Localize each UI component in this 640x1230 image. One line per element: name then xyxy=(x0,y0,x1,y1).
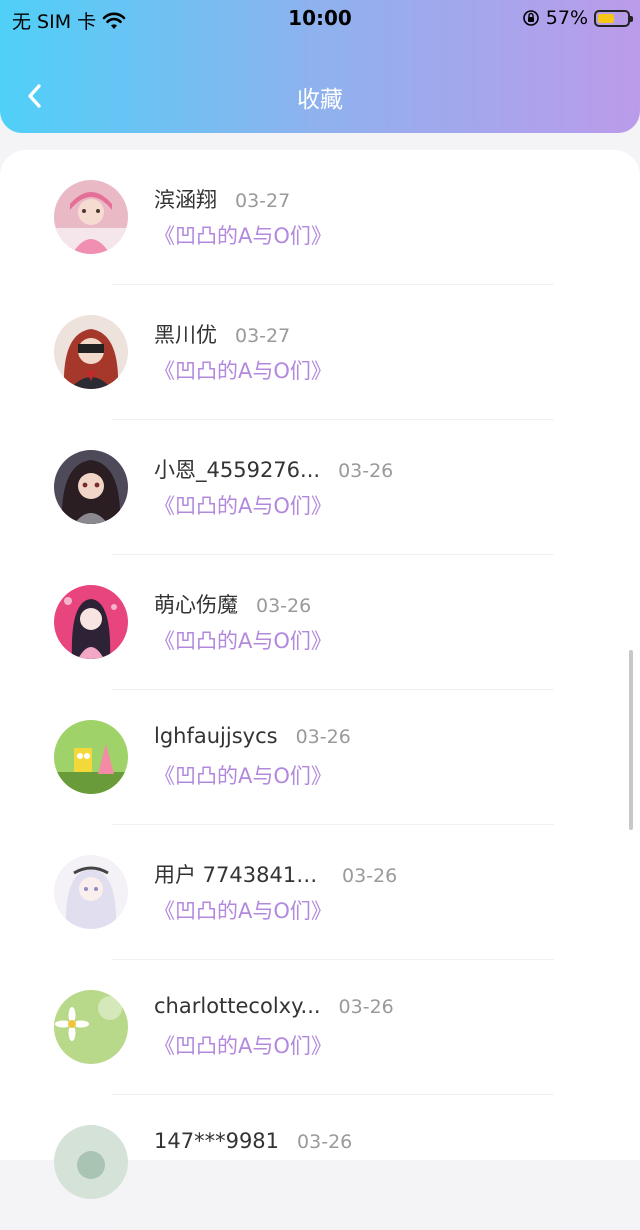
favorite-date: 03-26 xyxy=(256,595,312,617)
favorite-date: 03-26 xyxy=(338,460,394,482)
book-title[interactable]: 《凹凸的A与O们》 xyxy=(154,1030,332,1060)
battery-percent: 57% xyxy=(545,7,588,29)
avatar[interactable] xyxy=(54,855,128,929)
name-line: 用户 77438410... 03-26 xyxy=(154,859,397,889)
favorite-date: 03-26 xyxy=(297,1131,353,1153)
user-name: 147***9981 xyxy=(154,1129,280,1153)
book-title[interactable]: 《凹凸的A与O们》 xyxy=(154,220,332,250)
name-line: charlottecolxy... 03-26 xyxy=(154,994,394,1018)
book-title[interactable]: 《凹凸的A与O们》 xyxy=(154,490,332,520)
favorite-date: 03-27 xyxy=(235,325,291,347)
list-item[interactable]: 滨涵翔 03-27 《凹凸的A与O们》 xyxy=(0,150,640,285)
page-title: 收藏 xyxy=(297,87,343,113)
status-bar: 无 SIM 卡 10:00 57% xyxy=(0,0,640,36)
avatar[interactable] xyxy=(54,450,128,524)
list-item[interactable]: 小恩_4559276... 03-26 《凹凸的A与O们》 xyxy=(0,420,640,555)
user-name: lghfaujjsycs xyxy=(154,724,278,748)
scrollbar[interactable] xyxy=(629,650,633,830)
name-line: 小恩_4559276... 03-26 xyxy=(154,454,393,484)
list-item[interactable]: 147***9981 03-26 xyxy=(0,1095,640,1230)
user-name: 黑川优 xyxy=(154,323,217,347)
avatar[interactable] xyxy=(54,990,128,1064)
orientation-lock-icon xyxy=(522,10,539,26)
app-header: 无 SIM 卡 10:00 57% 收藏 xyxy=(0,0,640,133)
battery-fill xyxy=(598,13,614,23)
name-line: 黑川优 03-27 xyxy=(154,319,290,349)
avatar-image-icon xyxy=(54,450,128,524)
favorite-date: 03-26 xyxy=(338,996,394,1018)
favorite-date: 03-27 xyxy=(235,190,291,212)
avatar[interactable] xyxy=(54,1125,128,1199)
list-item[interactable]: charlottecolxy... 03-26 《凹凸的A与O们》 xyxy=(0,960,640,1095)
favorite-date: 03-26 xyxy=(295,726,351,748)
list-item[interactable]: 萌心伤魔 03-26 《凹凸的A与O们》 xyxy=(0,555,640,690)
user-name: 萌心伤魔 xyxy=(154,593,238,617)
battery-status: 57% xyxy=(522,7,633,29)
book-title[interactable]: 《凹凸的A与O们》 xyxy=(154,625,332,655)
book-title[interactable]: 《凹凸的A与O们》 xyxy=(154,355,332,385)
favorite-date: 03-26 xyxy=(342,865,398,887)
user-name: charlottecolxy... xyxy=(154,994,321,1018)
avatar-image-icon xyxy=(54,855,128,929)
battery-icon xyxy=(594,9,633,27)
book-title[interactable]: 《凹凸的A与O们》 xyxy=(154,760,332,790)
name-line: 147***9981 03-26 xyxy=(154,1129,352,1153)
favorites-list: 滨涵翔 03-27 《凹凸的A与O们》 黑川优 03-27 《凹凸的A与O们》 … xyxy=(0,150,640,1230)
list-item[interactable]: 黑川优 03-27 《凹凸的A与O们》 xyxy=(0,285,640,420)
avatar-image-icon xyxy=(54,720,128,794)
avatar-image-icon xyxy=(54,585,128,659)
user-name: 用户 77438410... xyxy=(154,863,324,887)
avatar[interactable] xyxy=(54,585,128,659)
name-line: lghfaujjsycs 03-26 xyxy=(154,724,351,748)
avatar[interactable] xyxy=(54,720,128,794)
avatar-image-icon xyxy=(54,990,128,1064)
list-item[interactable]: lghfaujjsycs 03-26 《凹凸的A与O们》 xyxy=(0,690,640,825)
avatar-image-icon xyxy=(54,1125,128,1199)
name-line: 萌心伤魔 03-26 xyxy=(154,589,311,619)
list-item[interactable]: 用户 77438410... 03-26 《凹凸的A与O们》 xyxy=(0,825,640,960)
book-title[interactable]: 《凹凸的A与O们》 xyxy=(154,895,332,925)
name-line: 滨涵翔 03-27 xyxy=(154,184,290,214)
user-name: 滨涵翔 xyxy=(154,188,217,212)
avatar-image-icon xyxy=(54,180,128,254)
user-name: 小恩_4559276... xyxy=(154,458,321,482)
avatar-image-icon xyxy=(54,315,128,389)
avatar[interactable] xyxy=(54,315,128,389)
favorites-card: 滨涵翔 03-27 《凹凸的A与O们》 黑川优 03-27 《凹凸的A与O们》 … xyxy=(0,150,640,1230)
avatar[interactable] xyxy=(54,180,128,254)
